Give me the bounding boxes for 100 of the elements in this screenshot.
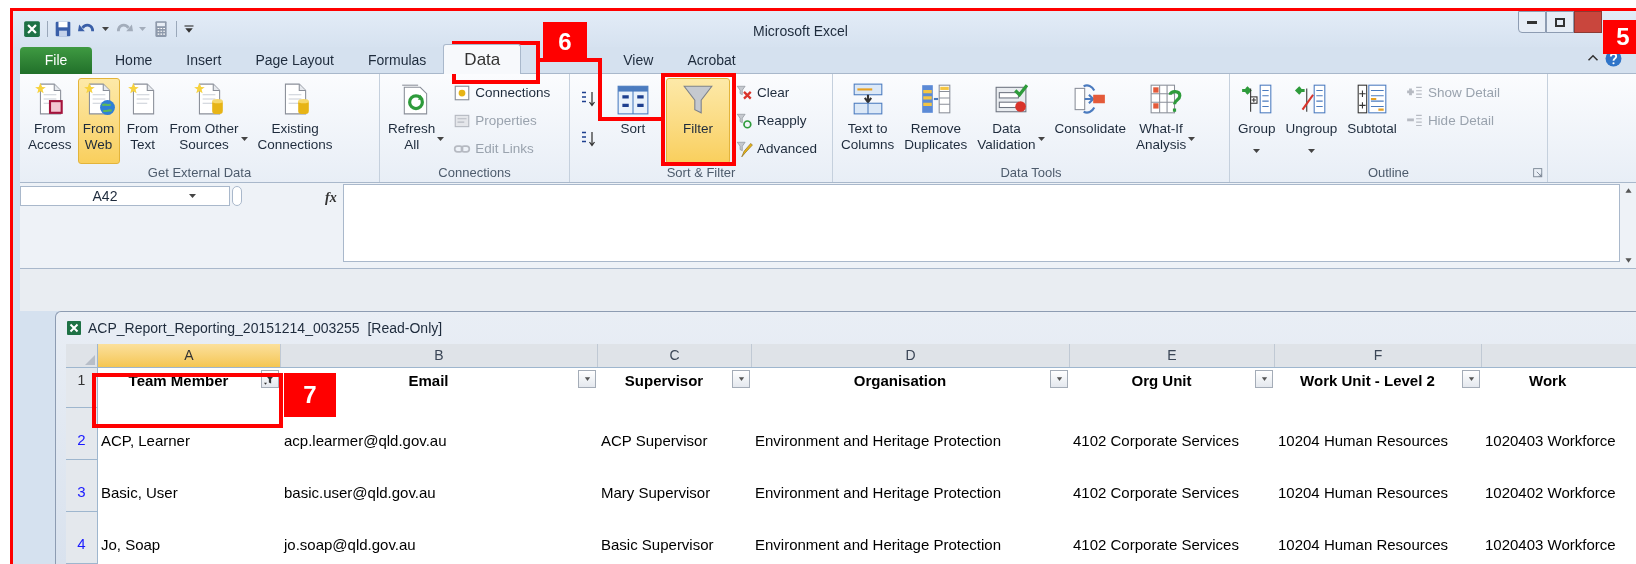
consolidate-icon (1073, 81, 1108, 116)
formula-input[interactable] (343, 183, 1620, 262)
ribbon-button[interactable]: Remove Duplicates (900, 77, 972, 164)
ribbon-button[interactable]: Data Validation (973, 77, 1049, 164)
header-cell-text: Work Unit - Level 2 (1299, 371, 1436, 391)
group-label: Connections (438, 163, 511, 182)
splitter-handle[interactable] (232, 186, 242, 207)
ribbon-tab[interactable]: Page Layout (238, 46, 351, 74)
table-cell-text: Basic, User (101, 482, 178, 503)
table-cell-text: 10204 Human Resources (1278, 534, 1449, 555)
ribbon-button[interactable]: Group (1234, 77, 1280, 164)
customize-menu-icon (183, 22, 195, 35)
column-header[interactable]: D (752, 344, 1070, 367)
button-label: What-If Analysis (1135, 120, 1187, 153)
dialog-launcher-icon[interactable] (1533, 167, 1543, 178)
ribbon-tab[interactable]: Acrobat (670, 46, 753, 74)
ribbon-button[interactable]: Refresh All (384, 77, 449, 164)
spreadsheet-icon (66, 320, 82, 336)
table-cell-text: 1020402 Workforce (1485, 482, 1616, 503)
ribbon-button[interactable]: From Text (121, 77, 164, 164)
table-cell-text: 1020403 Workforce (1485, 430, 1616, 451)
table-cell-text: Environment and Heritage Protection (755, 482, 1001, 503)
ribbon-button[interactable]: Connections (450, 79, 554, 106)
row-number[interactable]: 4 (66, 512, 98, 564)
column-header[interactable]: B (281, 344, 598, 367)
column-header[interactable]: A (98, 344, 281, 367)
table-cell-text: basic.user@qld.gov.au (284, 482, 436, 503)
ribbon-button[interactable]: Sort (604, 77, 662, 164)
ribbon-tab[interactable]: View (606, 46, 671, 74)
table-cell-text: Mary Supervisor (601, 482, 711, 503)
table-cell-text: Basic Supervisor (601, 534, 714, 555)
button-label: Text to Columns (841, 120, 895, 153)
name-box[interactable]: A42 (20, 186, 230, 207)
ribbon-button[interactable]: From Access (24, 77, 76, 164)
button-label: Filter (683, 120, 713, 137)
table-cell-text: 10204 Human Resources (1278, 430, 1449, 451)
save-icon (54, 19, 72, 38)
insert-function-button[interactable]: fx (325, 186, 337, 208)
ribbon-button[interactable]: Filter (666, 77, 730, 164)
column-header[interactable]: E (1070, 344, 1275, 367)
advanced-filter-icon (735, 139, 753, 158)
calculator-icon (152, 19, 170, 38)
button-label: Consolidate (1054, 120, 1126, 137)
ribbon-button[interactable]: From Other Sources (165, 77, 252, 164)
ribbon-button[interactable]: What-If Analysis (1131, 77, 1200, 164)
header-cell-text: Work (1529, 371, 1567, 391)
row-number[interactable]: 3 (66, 460, 98, 512)
table-cell-text: 4102 Corporate Services (1073, 534, 1239, 555)
button-label: Group (1238, 120, 1276, 137)
ribbon-button[interactable]: From Web (77, 77, 120, 164)
table-cell-text: Environment and Heritage Protection (755, 430, 1001, 451)
group-label: Data Tools (1000, 163, 1062, 182)
scroll-up-icon (1623, 186, 1633, 194)
dropdown-arrow-icon (582, 376, 592, 382)
dropdown-arrow-icon (1259, 376, 1269, 382)
header-cell-text: Organisation (852, 371, 948, 391)
ribbon-button[interactable]: Reapply (732, 107, 821, 134)
header-cell-text: Email (407, 371, 450, 391)
ribbon-button[interactable]: Existing Connections (253, 77, 337, 164)
ribbon-button[interactable]: Consolidate (1050, 77, 1130, 164)
spreadsheet-icon (23, 19, 41, 38)
table-cell-text: Jo, Soap (101, 534, 161, 555)
table-cell-text: 4102 Corporate Services (1073, 430, 1239, 451)
connection-icon (453, 83, 472, 102)
ribbon-tab[interactable]: Home (98, 46, 170, 74)
ribbon-tab[interactable]: Formulas (351, 46, 444, 74)
ribbon-button[interactable]: Clear (732, 79, 821, 106)
dropdown-arrow-icon (1054, 376, 1064, 382)
button-label: From Access (28, 120, 72, 153)
ribbon-button[interactable]: Ungroup (1281, 77, 1342, 164)
callout-number: 5 (1603, 20, 1636, 54)
dropdown-arrow-icon (1466, 376, 1476, 382)
button-label: Ungroup (1285, 120, 1338, 137)
ribbon-tab[interactable]: File (20, 46, 92, 74)
reapply-icon (735, 111, 753, 130)
workbook-title: ACP_Report_Reporting_20151214_003255 [Read-Only] (88, 318, 443, 338)
button-label: From Other Sources (169, 120, 239, 153)
restore-button[interactable] (1546, 11, 1574, 33)
column-header[interactable]: C (598, 344, 752, 367)
minimize-button[interactable] (1518, 11, 1546, 33)
button-label: Refresh All (388, 120, 436, 153)
ribbon-button[interactable]: Subtotal (1343, 77, 1401, 164)
database-icon (191, 81, 226, 116)
header-cell-text: Org Unit (1130, 371, 1193, 391)
window-title: Microsoft Excel (753, 22, 848, 41)
ribbon-button[interactable]: Advanced (732, 135, 821, 162)
button-label: From Web (82, 120, 115, 153)
button-label: From Text (126, 120, 159, 153)
ribbon-tab[interactable]: Data (443, 43, 522, 74)
button-label: Existing Connections (257, 120, 333, 153)
ribbon-tab[interactable]: Insert (169, 46, 239, 74)
group-label: Outline (1367, 163, 1410, 182)
button-label: Data Validation (977, 120, 1036, 153)
row-number[interactable]: 2 (66, 408, 98, 460)
dropdown-arrow-icon (736, 376, 746, 382)
button-label: Subtotal (1347, 120, 1397, 137)
table-cell-text: ACP Supervisor (601, 430, 708, 451)
column-header[interactable]: F (1275, 344, 1482, 367)
ribbon-button[interactable]: Text to Columns (837, 77, 899, 164)
dropdown-arrow-icon (189, 194, 196, 199)
